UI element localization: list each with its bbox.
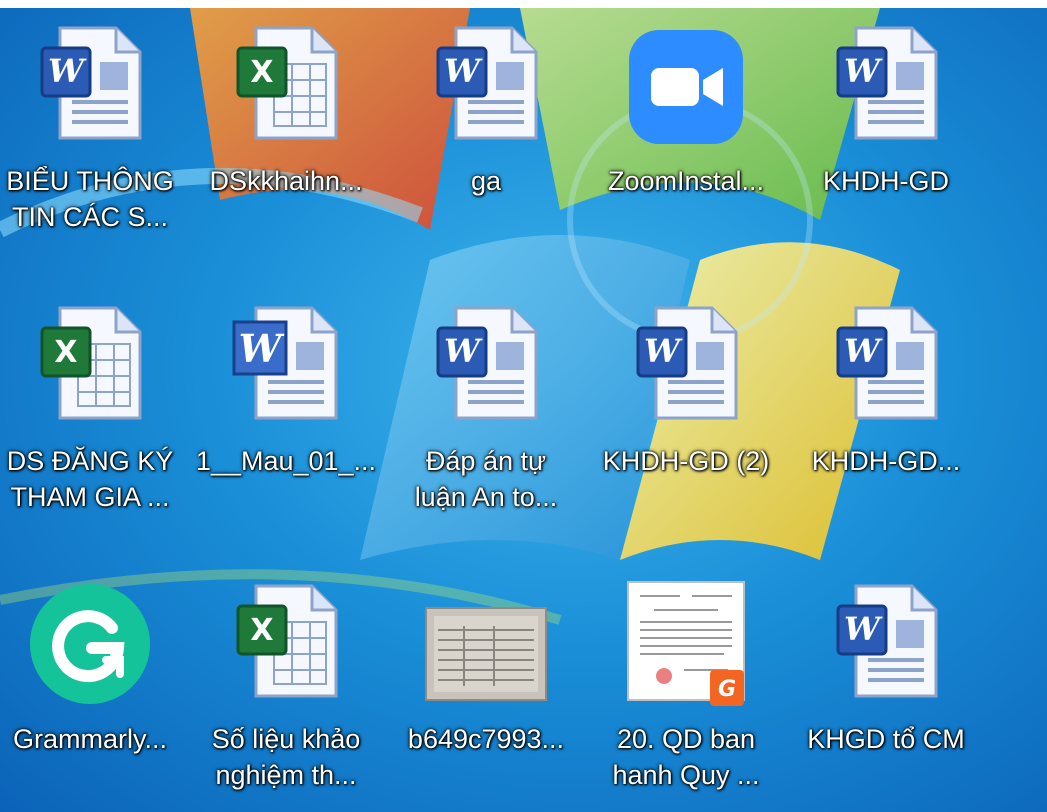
excel-doc-icon: X (224, 578, 348, 702)
icon-label-line2: luận An to... (414, 482, 558, 512)
word-doc-icon: W (824, 578, 948, 702)
word-doc-icon: W (424, 300, 548, 424)
image-thumbnail-icon (424, 606, 548, 702)
svg-text:G: G (718, 677, 736, 702)
icon-label-line1: Số liệu khảo (211, 724, 361, 754)
top-edge (0, 0, 1047, 8)
desktop-icon-bieu-thong-tin[interactable]: W BIỂU THÔNG TIN CÁC S... (0, 20, 188, 250)
icon-label-line2: TIN CÁC S... (11, 202, 168, 232)
icon-label-line2: hanh Quy ... (612, 760, 760, 790)
word-doc-icon: W (28, 20, 152, 144)
svg-text:X: X (250, 55, 273, 90)
svg-text:X: X (250, 613, 273, 648)
icon-label-line1: ZoomInstal... (607, 166, 765, 196)
grammarly-icon (28, 582, 152, 706)
icon-label-line1: 20. QD ban (616, 724, 756, 754)
icon-label-line1: DSkkhaihn... (209, 166, 363, 196)
desktop-icon-ga[interactable]: W ga (388, 20, 584, 250)
excel-doc-icon: X (28, 300, 152, 424)
svg-text:X: X (54, 335, 77, 370)
icon-label-line1: b649c7993... (407, 724, 565, 754)
icon-label-line1: KHDH-GD (2) (602, 446, 770, 476)
icon-label-line1: BIỂU THÔNG (6, 166, 174, 196)
icon-label-line1: ga (470, 166, 502, 196)
icon-label-line1: Đáp án tự (425, 446, 547, 476)
svg-text:W: W (444, 332, 483, 370)
desktop-icon-dskkhaihn[interactable]: X DSkkhaihn... (188, 20, 384, 250)
svg-text:W: W (844, 610, 883, 648)
icon-label-line2: THAM GIA ... (10, 482, 170, 512)
pdf-thumbnail-icon: G (624, 580, 748, 708)
icon-label-line1: KHGD tổ CM (807, 724, 965, 754)
desktop-icon-khdh-gd-3[interactable]: W KHDH-GD... (788, 300, 984, 530)
icon-label-line1: DS ĐĂNG KÝ (6, 446, 174, 476)
word-doc-icon: W (424, 20, 548, 144)
desktop-icon-so-lieu-khao[interactable]: X Số liệu khảo nghiệm th... (188, 578, 384, 808)
icon-label-line1: KHDH-GD... (811, 446, 961, 476)
zoom-app-icon (627, 28, 745, 146)
icon-label-line2: nghiệm th... (215, 760, 357, 790)
svg-text:W: W (844, 52, 883, 90)
desktop-icon-b649c7993[interactable]: b649c7993... (388, 578, 584, 808)
desktop-icon-ds-dang-ky[interactable]: X DS ĐĂNG KÝ THAM GIA ... (0, 300, 188, 530)
desktop-icon-grammarly[interactable]: Grammarly... (0, 578, 188, 808)
svg-text:W: W (644, 332, 683, 370)
icon-label-line1: KHDH-GD (823, 166, 949, 196)
word-doc-icon: W (824, 300, 948, 424)
svg-text:W: W (239, 326, 285, 371)
word-doc-icon: W (624, 300, 748, 424)
desktop-icon-mau-01[interactable]: W 1__Mau_01_... (188, 300, 384, 530)
excel-doc-icon: X (224, 20, 348, 144)
svg-text:W: W (844, 332, 883, 370)
svg-text:W: W (444, 52, 483, 90)
icon-label-line1: Grammarly... (13, 724, 167, 754)
desktop-icon-khgd-to-cm[interactable]: W KHGD tổ CM (788, 578, 984, 808)
icon-label-line1: 1__Mau_01_... (195, 446, 377, 476)
svg-text:W: W (48, 52, 87, 90)
word-doc-icon: W (824, 20, 948, 144)
word-legacy-icon: W (224, 300, 348, 424)
desktop-icon-dap-an[interactable]: W Đáp án tự luận An to... (388, 300, 584, 530)
desktop-icon-zoominstaller[interactable]: ZoomInstal... (588, 20, 784, 250)
desktop-icon-khdh-gd[interactable]: W KHDH-GD (788, 20, 984, 250)
desktop-icon-20-qd-ban[interactable]: G 20. QD ban hanh Quy ... (588, 578, 784, 808)
desktop-icon-khdh-gd-2[interactable]: W KHDH-GD (2) (588, 300, 784, 530)
